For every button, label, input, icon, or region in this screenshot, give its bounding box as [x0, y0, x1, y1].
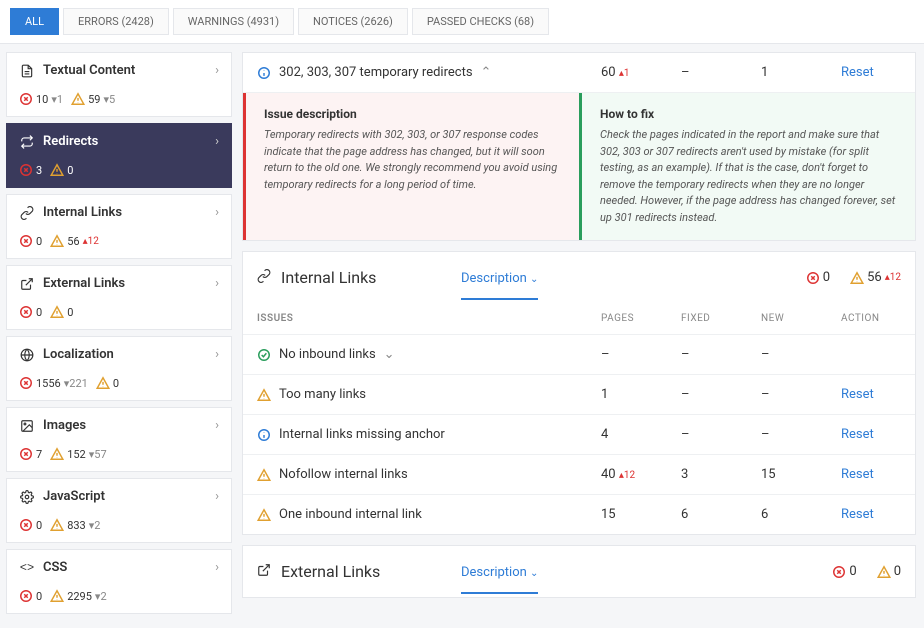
ext-icon	[19, 277, 35, 291]
warning-count: 56▴12	[50, 234, 99, 248]
tab-0[interactable]: ALL	[10, 8, 59, 35]
chevron-right-icon: ›	[215, 560, 219, 575]
error-count: 7	[19, 447, 42, 461]
chevron-right-icon: ›	[215, 347, 219, 362]
table-row[interactable]: Too many links1––Reset	[243, 375, 915, 415]
ext-icon	[257, 563, 271, 581]
chevron-down-icon: ⌄	[384, 347, 395, 362]
tab-4[interactable]: PASSED CHECKS (68)	[412, 8, 549, 35]
img-icon	[19, 419, 35, 433]
error-count: 0	[19, 589, 42, 603]
css-icon: <>	[19, 561, 35, 575]
section-internal-links: Internal LinksDescription ⌄ 0 56 ▴12	[243, 252, 915, 303]
description-dropdown[interactable]: Description ⌄	[461, 565, 538, 594]
how-to-fix: How to fixCheck the pages indicated in t…	[579, 93, 915, 240]
warning-count: 2295▾2	[50, 589, 106, 603]
chevron-right-icon: ›	[215, 276, 219, 291]
redir-icon	[19, 135, 35, 149]
js-icon	[19, 490, 35, 504]
chevron-right-icon: ›	[215, 63, 219, 78]
tab-1[interactable]: ERRORS (2428)	[63, 8, 169, 35]
warning-count: 0	[50, 163, 73, 177]
chevron-right-icon: ›	[215, 134, 219, 149]
category-css[interactable]: <>CSS›02295▾2	[6, 549, 232, 614]
category-external-links[interactable]: External Links›00	[6, 265, 232, 330]
error-count: 10▾1	[19, 92, 63, 106]
category-redirects[interactable]: Redirects›30	[6, 123, 232, 188]
link-icon	[257, 269, 271, 287]
reset-button[interactable]: Reset	[841, 65, 874, 80]
reset-button[interactable]: Reset	[841, 427, 874, 442]
description-dropdown[interactable]: Description ⌄	[461, 271, 538, 300]
globe-icon	[19, 348, 35, 362]
warning-count: 152▾57	[50, 447, 106, 461]
tab-2[interactable]: WARNINGS (4931)	[173, 8, 294, 35]
issue-description: Issue descriptionTemporary redirects wit…	[243, 93, 579, 240]
category-localization[interactable]: Localization›1556▾2210	[6, 336, 232, 401]
tab-3[interactable]: NOTICES (2626)	[298, 8, 408, 35]
section-external-links: External LinksDescription ⌄ 0 0	[243, 546, 915, 597]
error-count: 3	[19, 163, 42, 177]
reset-button[interactable]: Reset	[841, 387, 874, 402]
reset-button[interactable]: Reset	[841, 467, 874, 482]
chevron-right-icon: ›	[215, 418, 219, 433]
chevron-right-icon: ›	[215, 489, 219, 504]
error-count: 0	[19, 305, 42, 319]
issue-expanded-toggle[interactable]: 302, 303, 307 temporary redirects⌃	[257, 65, 601, 80]
category-internal-links[interactable]: Internal Links›056▴12	[6, 194, 232, 259]
doc-icon	[19, 64, 35, 78]
reset-button[interactable]: Reset	[841, 507, 874, 522]
warning-count: 0	[96, 376, 119, 390]
category-textual-content[interactable]: Textual Content›10▾159▾5	[6, 52, 232, 117]
error-count: 1556▾221	[19, 376, 88, 390]
chevron-right-icon: ›	[215, 205, 219, 220]
error-count: 0	[19, 518, 42, 532]
chevron-up-icon: ⌃	[481, 65, 492, 80]
category-javascript[interactable]: JavaScript›0833▾2	[6, 478, 232, 543]
category-images[interactable]: Images›7152▾57	[6, 407, 232, 472]
link-icon	[19, 206, 35, 220]
warning-count: 833▾2	[50, 518, 100, 532]
table-row[interactable]: One inbound internal link1566Reset	[243, 495, 915, 534]
error-count: 0	[19, 234, 42, 248]
warning-count: 0	[50, 305, 73, 319]
warning-count: 59▾5	[71, 92, 115, 106]
table-row[interactable]: No inbound links⌄–––	[243, 335, 915, 375]
table-row[interactable]: Nofollow internal links40 ▴12315Reset	[243, 455, 915, 495]
table-row[interactable]: Internal links missing anchor4––Reset	[243, 415, 915, 455]
